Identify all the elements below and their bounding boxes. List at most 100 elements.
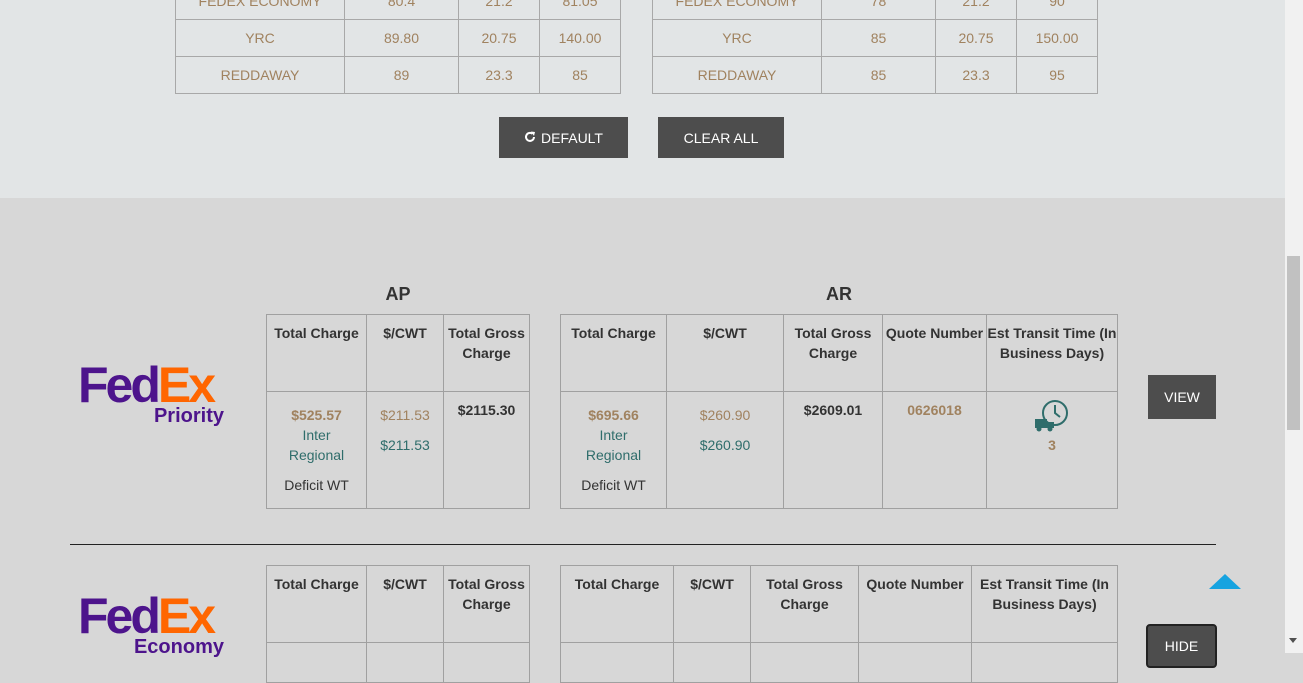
cwt-cell: $260.90 $260.90: [666, 391, 784, 509]
clear-all-button[interactable]: CLEAR ALL: [658, 117, 784, 158]
value-cell: 85: [539, 56, 621, 94]
table-row: $525.57 Inter Regional Deficit WT $211.5…: [266, 391, 530, 509]
column-header: Total Gross Charge: [750, 565, 859, 643]
hide-button[interactable]: HIDE: [1146, 624, 1217, 668]
column-header: Total Gross Charge: [443, 565, 530, 643]
value-cell: 20.75: [458, 19, 540, 57]
discount-table-ap: FEDEX ECONOMY 80.4 21.2 81.05 YRC 89.80 …: [175, 0, 621, 94]
column-header: $/CWT: [366, 565, 444, 643]
cwt-secondary-value: $211.53: [380, 437, 430, 453]
value-cell: 78: [821, 0, 936, 20]
value-cell: 89.80: [344, 19, 459, 57]
cwt-value: $211.53: [380, 407, 430, 423]
table-header-row: Total Charge $/CWT Total Gross Charge: [266, 565, 530, 643]
ar-rate-table: Total Charge $/CWT Total Gross Charge Qu…: [560, 314, 1118, 509]
ap-rate-table: Total Charge $/CWT Total Gross Charge $5…: [266, 314, 530, 509]
column-header: Total Gross Charge: [443, 314, 530, 392]
refresh-icon: [524, 130, 536, 146]
column-header: $/CWT: [673, 565, 751, 643]
gross-charge-cell: $2609.01: [783, 391, 883, 509]
fedex-economy-logo: FedEx Economy: [78, 591, 224, 661]
clear-all-button-label: CLEAR ALL: [683, 129, 759, 146]
fedex-priority-logo: FedEx Priority: [78, 360, 224, 430]
table-row: REDDAWAY 85 23.3 95: [652, 56, 1098, 94]
scrollbar-thumb[interactable]: [1287, 256, 1300, 430]
total-charge-cell: $695.66 Inter Regional Deficit WT: [560, 391, 667, 509]
value-cell: 85: [821, 56, 936, 94]
total-charge-cell: $525.57 Inter Regional Deficit WT: [266, 391, 367, 509]
column-header: Quote Number: [858, 565, 972, 643]
value-cell: 90: [1016, 0, 1098, 20]
value-cell: 85: [821, 19, 936, 57]
column-header: Quote Number: [882, 314, 987, 392]
view-button-label: VIEW: [1164, 389, 1200, 405]
value-cell: 89: [344, 56, 459, 94]
value-cell: 21.2: [458, 0, 540, 20]
deficit-text: Deficit WT: [284, 477, 349, 493]
carrier-cell: FEDEX ECONOMY: [652, 0, 822, 20]
default-button[interactable]: DEFAULT: [499, 117, 628, 158]
table-row: YRC 89.80 20.75 140.00: [175, 19, 621, 57]
table-row: FEDEX ECONOMY 80.4 21.2 81.05: [175, 0, 621, 20]
total-charge-value: $525.57: [291, 407, 342, 423]
logo-service-name: Priority: [153, 405, 224, 427]
value-cell: 23.3: [458, 56, 540, 94]
ap-rate-table: Total Charge $/CWT Total Gross Charge: [266, 565, 530, 683]
scroll-down-arrow-icon[interactable]: [1289, 638, 1297, 643]
column-header: Est Transit Time (In Business Days): [986, 314, 1118, 392]
ap-section-title: AP: [385, 284, 411, 304]
column-header: $/CWT: [666, 314, 784, 392]
transit-days-value: 3: [1048, 437, 1056, 453]
gross-charge-value: $2609.01: [803, 402, 863, 418]
charge-type-text: Inter Regional: [585, 427, 642, 463]
table-header-row: Total Charge $/CWT Total Gross Charge Qu…: [560, 565, 1118, 643]
default-button-label: DEFAULT: [541, 129, 603, 146]
carrier-cell: YRC: [652, 19, 822, 57]
quote-number-cell: 0626018: [882, 391, 987, 509]
logo-text-fed: Fed: [78, 357, 161, 413]
carrier-cell: FEDEX ECONOMY: [175, 0, 345, 20]
value-cell: 21.2: [935, 0, 1017, 20]
column-header: $/CWT: [366, 314, 444, 392]
table-header-row: Total Charge $/CWT Total Gross Charge Qu…: [560, 314, 1118, 392]
logo-service-name: Economy: [133, 636, 224, 658]
table-row: [560, 642, 1118, 683]
value-cell: 20.75: [935, 19, 1017, 57]
cwt-cell: $211.53 $211.53: [366, 391, 444, 509]
value-cell: 140.00: [539, 19, 621, 57]
column-header: Total Gross Charge: [783, 314, 883, 392]
hide-button-label: HIDE: [1164, 638, 1199, 654]
quote-number-value: 0626018: [907, 402, 962, 418]
value-cell: 150.00: [1016, 19, 1098, 57]
column-header: Total Charge: [266, 565, 367, 643]
column-header: Est Transit Time (In Business Days): [971, 565, 1118, 643]
cwt-value: $260.90: [699, 407, 751, 423]
transit-time-cell: 3: [986, 391, 1118, 509]
carrier-cell: YRC: [175, 19, 345, 57]
charge-type-text: Inter Regional: [288, 427, 345, 463]
value-cell: 95: [1016, 56, 1098, 94]
table-row: FEDEX ECONOMY 78 21.2 90: [652, 0, 1098, 20]
gross-charge-value: $2115.30: [457, 402, 516, 418]
column-header: Total Charge: [560, 565, 674, 643]
table-header-row: Total Charge $/CWT Total Gross Charge: [266, 314, 530, 392]
column-header: Total Charge: [266, 314, 367, 392]
carrier-cell: REDDAWAY: [652, 56, 822, 94]
ar-rate-table: Total Charge $/CWT Total Gross Charge Qu…: [560, 565, 1118, 683]
carrier-cell: REDDAWAY: [175, 56, 345, 94]
gross-charge-cell: $2115.30: [443, 391, 530, 509]
table-row: REDDAWAY 89 23.3 85: [175, 56, 621, 94]
discount-table-ar: FEDEX ECONOMY 78 21.2 90 YRC 85 20.75 15…: [652, 0, 1098, 94]
ar-section-title: AR: [826, 284, 852, 304]
deficit-text: Deficit WT: [581, 477, 646, 493]
value-cell: 80.4: [344, 0, 459, 20]
column-header: Total Charge: [560, 314, 667, 392]
value-cell: 81.05: [539, 0, 621, 20]
value-cell: 23.3: [935, 56, 1017, 94]
quote-divider: [70, 544, 1216, 545]
total-charge-value: $695.66: [588, 407, 639, 423]
cwt-secondary-value: $260.90: [699, 437, 751, 453]
table-row: YRC 85 20.75 150.00: [652, 19, 1098, 57]
back-to-top-icon[interactable]: [1209, 574, 1241, 589]
view-button[interactable]: VIEW: [1148, 375, 1216, 419]
